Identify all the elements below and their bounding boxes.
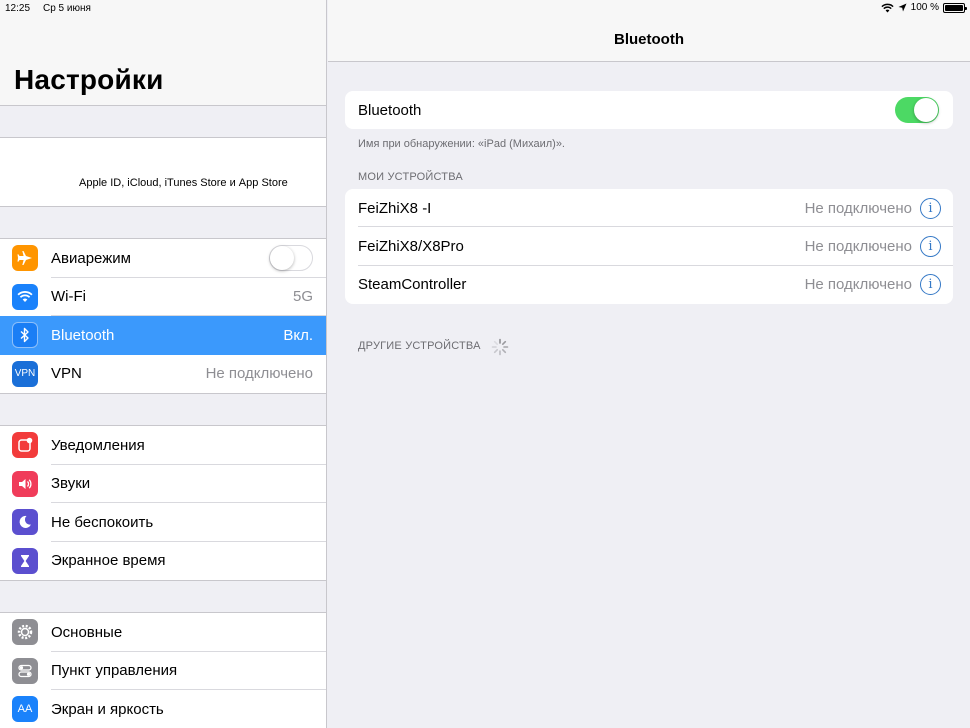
- sidebar-item-screen-time[interactable]: Экранное время: [0, 542, 326, 581]
- status-time: 12:25: [5, 3, 31, 14]
- airplane-mode-toggle[interactable]: [269, 245, 313, 272]
- notifications-icon: [12, 432, 38, 459]
- bluetooth-status-value: Вкл.: [283, 326, 313, 344]
- gear-icon: [12, 619, 38, 646]
- other-devices-header: ДРУГИЕ УСТРОЙСТВА: [358, 340, 481, 352]
- speaker-icon: [12, 470, 38, 497]
- moon-icon: [12, 509, 38, 536]
- battery-percent: 100 %: [910, 2, 939, 13]
- sidebar-item-label: Уведомления: [51, 436, 145, 454]
- device-row[interactable]: FeiZhiX8/X8Pro Не подключено i: [345, 227, 953, 266]
- sidebar-item-label: Авиарежим: [51, 249, 131, 267]
- bluetooth-icon: [12, 322, 38, 349]
- sidebar-item-label: Звуки: [51, 475, 91, 493]
- sidebar-item-do-not-disturb[interactable]: Не беспокоить: [0, 503, 326, 542]
- wifi-icon: [881, 3, 894, 12]
- bluetooth-toggle-row: Bluetooth: [345, 91, 953, 129]
- loading-spinner-icon: [491, 338, 509, 356]
- device-status: Не подключено: [804, 237, 912, 255]
- info-icon[interactable]: i: [920, 274, 941, 296]
- my-devices-list: FeiZhiX8 -I Не подключено i FeiZhiX8/X8P…: [345, 189, 953, 304]
- sidebar-item-display-brightness[interactable]: AA Экран и яркость: [0, 690, 326, 728]
- location-icon: [898, 3, 907, 12]
- bluetooth-toggle[interactable]: [895, 97, 939, 123]
- bluetooth-detail-pane: Bluetooth Bluetooth Имя при обнаружении:…: [328, 0, 970, 728]
- sidebar-group-connectivity: Авиарежим Wi-Fi 5G Bluetooth Вкл. VPN VP…: [0, 238, 326, 394]
- sidebar-item-label: Экранное время: [51, 552, 166, 570]
- sidebar-group-general: Основные Пункт управления AA Экран и ярк…: [0, 612, 326, 728]
- bluetooth-label: Bluetooth: [358, 101, 422, 119]
- status-date: Ср 5 июня: [43, 3, 91, 14]
- wifi-network-value: 5G: [292, 288, 313, 306]
- sidebar-item-control-center[interactable]: Пункт управления: [0, 652, 326, 690]
- device-name: FeiZhiX8 -I: [358, 199, 432, 217]
- info-icon[interactable]: i: [920, 197, 941, 219]
- device-name: FeiZhiX8/X8Pro: [358, 237, 464, 255]
- device-status: Не подключено: [804, 199, 912, 217]
- device-row[interactable]: SteamController Не подключено i: [345, 266, 953, 304]
- sidebar-item-label: Основные: [51, 623, 123, 641]
- wifi-icon: [12, 283, 38, 310]
- discoverable-note: Имя при обнаружении: «iPad (Михаил)».: [358, 138, 565, 150]
- sidebar-item-sounds[interactable]: Звуки: [0, 465, 326, 503]
- my-devices-header: МОИ УСТРОЙСТВА: [358, 171, 463, 183]
- hourglass-icon: [12, 547, 38, 574]
- sidebar-item-label: Экран и яркость: [51, 700, 164, 718]
- sidebar-item-label: Wi-Fi: [51, 288, 86, 306]
- sidebar-item-label: Пункт управления: [51, 662, 178, 680]
- device-row[interactable]: FeiZhiX8 -I Не подключено i: [345, 189, 953, 228]
- switches-icon: [12, 657, 38, 684]
- status-bar: 12:25 Ср 5 июня 100 %: [0, 0, 970, 18]
- sidebar-item-airplane-mode[interactable]: Авиарежим: [0, 239, 326, 278]
- sidebar-item-wifi[interactable]: Wi-Fi 5G: [0, 278, 326, 316]
- sidebar-item-bluetooth[interactable]: Bluetooth Вкл.: [0, 316, 326, 355]
- sidebar-item-notifications[interactable]: Уведомления: [0, 426, 326, 465]
- vpn-icon: VPN: [12, 360, 38, 387]
- text-size-icon: AA: [12, 696, 38, 723]
- sidebar-item-label: VPN: [51, 365, 82, 383]
- sidebar-item-vpn[interactable]: VPN VPN Не подключено: [0, 355, 326, 394]
- device-name: SteamController: [358, 276, 467, 294]
- status-right: 100 %: [881, 2, 967, 13]
- sidebar-item-label: Не беспокоить: [51, 513, 154, 531]
- battery-icon: [943, 2, 967, 13]
- settings-sidebar: Настройки Apple ID, iCloud, iTunes Store…: [0, 0, 327, 728]
- apple-id-subtitle: Apple ID, iCloud, iTunes Store и App Sto…: [79, 177, 288, 189]
- page-title: Bluetooth: [614, 31, 684, 48]
- device-status: Не подключено: [804, 276, 912, 294]
- sidebar-group-notifications: Уведомления Звуки Не беспокоить Экранное…: [0, 425, 326, 581]
- info-icon[interactable]: i: [920, 235, 941, 257]
- sidebar-title: Настройки: [14, 64, 164, 95]
- apple-id-row[interactable]: Apple ID, iCloud, iTunes Store и App Sto…: [0, 137, 326, 207]
- vpn-status-value: Не подключено: [205, 365, 313, 383]
- sidebar-item-label: Bluetooth: [51, 326, 115, 344]
- airplane-icon: [12, 245, 38, 272]
- sidebar-item-general[interactable]: Основные: [0, 613, 326, 652]
